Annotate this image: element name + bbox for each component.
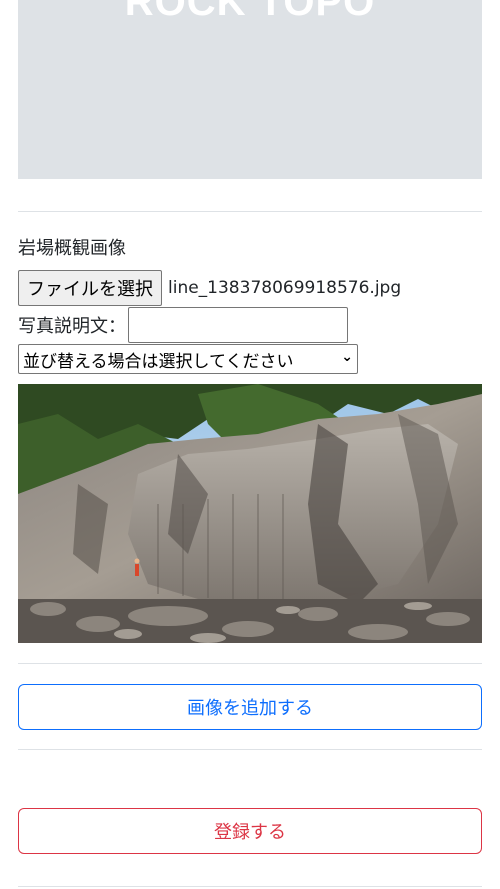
add-image-button[interactable]: 画像を追加する	[18, 684, 482, 730]
divider	[18, 663, 482, 664]
divider	[18, 211, 482, 212]
file-select-button[interactable]: ファイルを選択	[18, 270, 162, 306]
section-label: 岩場概観画像	[18, 238, 126, 259]
sort-order-value: 並び替える場合は選択してください	[23, 351, 294, 372]
selected-file-name: line_138378069918576.jpg	[168, 278, 402, 298]
divider	[18, 749, 482, 750]
uploaded-photo-preview	[18, 384, 482, 643]
banner-title: ROCK TOPO	[124, 0, 376, 24]
chevron-down-icon: ⌄	[341, 349, 353, 365]
file-input[interactable]: ファイルを選択 line_138378069918576.jpg	[18, 270, 401, 306]
sort-order-select[interactable]: 並び替える場合は選択してください ⌄	[18, 344, 358, 374]
description-label: 写真説明文：	[18, 316, 126, 337]
description-input[interactable]	[128, 307, 348, 343]
description-row: 写真説明文：	[18, 307, 348, 343]
submit-button[interactable]: 登録する	[18, 808, 482, 854]
header-banner: ROCK TOPO	[18, 0, 482, 179]
divider	[18, 886, 482, 887]
